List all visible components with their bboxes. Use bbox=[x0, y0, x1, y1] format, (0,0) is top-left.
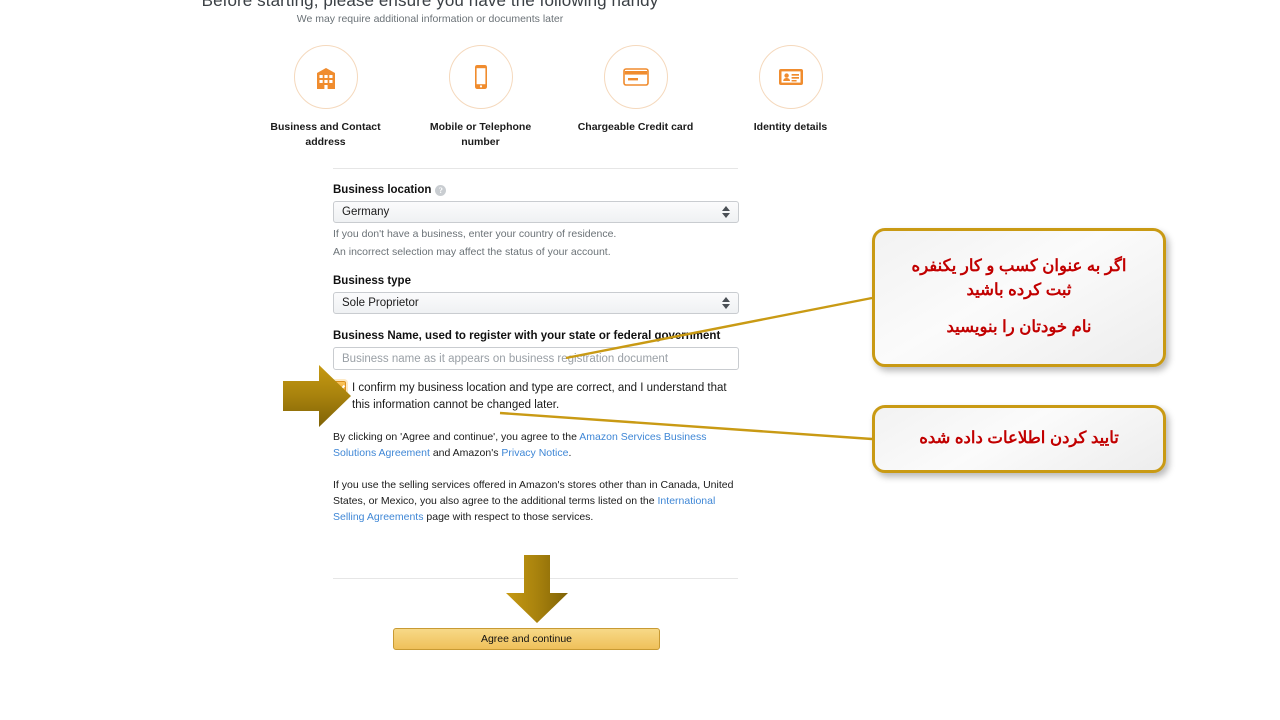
legal-paragraph-2: If you use the selling services offered … bbox=[333, 478, 739, 526]
credit-card-icon bbox=[603, 45, 668, 109]
requirement-item-phone: Mobile or Telephone number bbox=[403, 45, 558, 150]
business-location-hint-2: An incorrect selection may affect the st… bbox=[333, 246, 611, 259]
business-name-placeholder: Business name as it appears on business … bbox=[342, 352, 669, 365]
identity-card-icon bbox=[758, 45, 823, 109]
link-privacy-notice[interactable]: Privacy Notice bbox=[501, 447, 568, 459]
requirement-label: Identity details bbox=[753, 121, 828, 133]
legal-p2-post: page with respect to those services. bbox=[423, 510, 594, 523]
annotation-text-line-1: اگر به عنوان کسب و کار یکنفره ثبت کرده ب… bbox=[911, 256, 1127, 299]
mobile-phone-icon bbox=[448, 45, 513, 109]
legal-paragraph-1: By clicking on 'Agree and continue', you… bbox=[333, 430, 739, 462]
annotation-text-line-2: نام خودتان را بنویسید bbox=[946, 318, 1092, 337]
annotation-callout-confirm: تایید کردن اطلاعات داده شده bbox=[872, 405, 1166, 473]
annotation-text-line-1: تایید کردن اطلاعات داده شده bbox=[919, 429, 1119, 448]
legal-p1-mid: and Amazon's bbox=[429, 446, 502, 459]
pointer-arrow-to-submit-button bbox=[503, 553, 571, 625]
business-location-hint-1: If you don't have a business, enter your… bbox=[333, 228, 617, 240]
confirm-checkbox-row[interactable]: I confirm my business location and type … bbox=[333, 380, 739, 413]
page-subtitle: We may require additional information or… bbox=[296, 13, 564, 25]
business-type-select[interactable]: Sole Proprietor bbox=[333, 292, 739, 315]
divider-top bbox=[333, 168, 738, 169]
seller-registration-form: Before starting, please ensure you have … bbox=[0, 0, 860, 720]
legal-p1-post: . bbox=[568, 446, 572, 459]
pointer-arrow-to-checkbox bbox=[281, 361, 353, 431]
requirement-item-identity: Identity details bbox=[713, 45, 868, 135]
business-location-label: Business location ? bbox=[333, 184, 739, 196]
requirement-label: Chargeable Credit card bbox=[577, 121, 694, 133]
business-location-label-text: Business location bbox=[333, 184, 432, 196]
business-type-value: Sole Proprietor bbox=[342, 297, 419, 310]
business-location-select[interactable]: Germany bbox=[333, 201, 739, 223]
screenshot-root: Before starting, please ensure you have … bbox=[0, 0, 1280, 720]
requirements-row: Business and Contact address Mobile or T… bbox=[248, 45, 868, 150]
requirement-label: Mobile or Telephone number bbox=[429, 121, 532, 149]
business-name-label-text: Business Name, used to register with you… bbox=[333, 330, 721, 343]
page-title: Before starting, please ensure you have … bbox=[201, 0, 659, 10]
requirement-item-business-address: Business and Contact address bbox=[248, 45, 403, 150]
annotation-callout-business-name: اگر به عنوان کسب و کار یکنفره ثبت کرده ب… bbox=[872, 228, 1166, 367]
business-type-label: Business type bbox=[333, 275, 739, 287]
building-icon bbox=[293, 45, 358, 109]
chevron-updown-icon bbox=[722, 297, 730, 310]
chevron-updown-icon bbox=[722, 206, 730, 218]
requirement-item-credit-card: Chargeable Credit card bbox=[558, 45, 713, 135]
business-type-label-text: Business type bbox=[333, 275, 411, 288]
business-location-value: Germany bbox=[342, 206, 390, 218]
confirm-checkbox-label: I confirm my business location and type … bbox=[352, 382, 727, 411]
legal-p1-pre: By clicking on 'Agree and continue', you… bbox=[333, 431, 580, 443]
agree-button-label: Agree and continue bbox=[480, 633, 573, 645]
agree-and-continue-button[interactable]: Agree and continue bbox=[393, 628, 660, 650]
help-icon[interactable]: ? bbox=[435, 184, 447, 196]
business-name-label: Business Name, used to register with you… bbox=[333, 330, 739, 342]
requirement-label: Business and Contact address bbox=[270, 121, 381, 149]
form-fields: Business location ? Germany If you don't… bbox=[333, 184, 739, 536]
business-name-input[interactable]: Business name as it appears on business … bbox=[333, 347, 739, 371]
